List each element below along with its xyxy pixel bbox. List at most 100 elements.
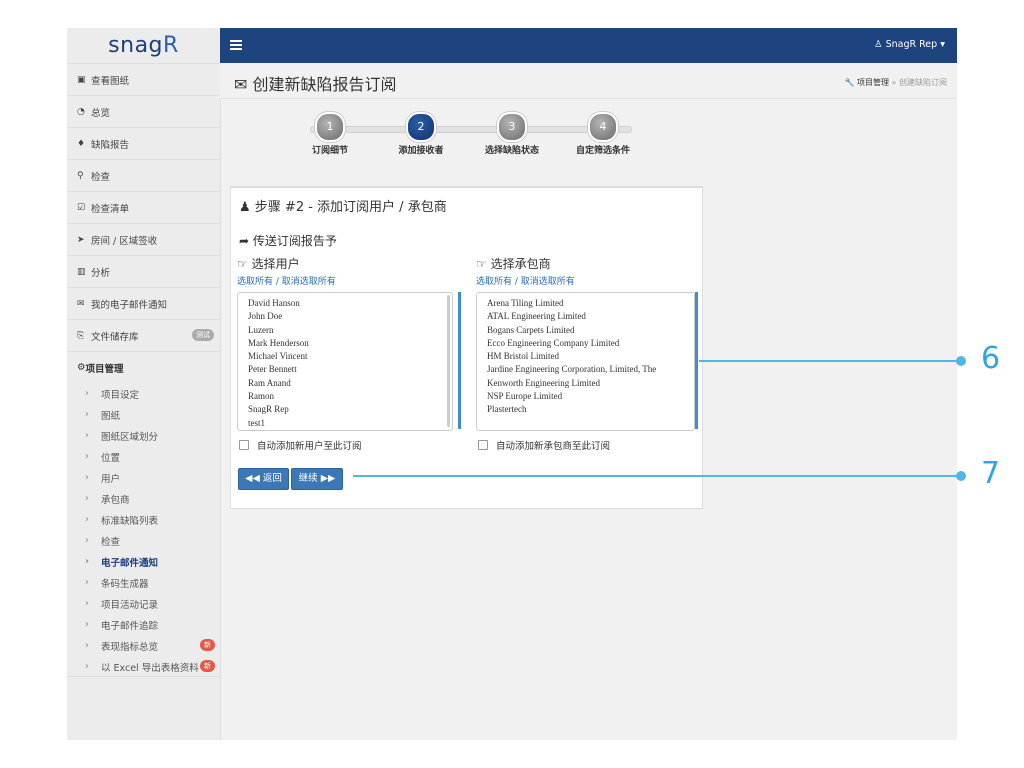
users-highlight-bar: [458, 292, 461, 429]
sidebar-item-6[interactable]: ▥ 分析: [67, 255, 220, 287]
breadcrumb-project-management[interactable]: 项目管理: [857, 78, 889, 87]
auto-add-users-row[interactable]: 自动添加新用户至此订阅: [237, 438, 457, 452]
user-option[interactable]: Ramon: [238, 390, 452, 403]
contractors-select-all-link[interactable]: 选取所有: [476, 277, 512, 287]
step-3[interactable]: 3 选择缺陷状态: [477, 112, 547, 158]
contractor-option[interactable]: Kenworth Engineering Limited: [477, 377, 694, 390]
chevron-right-icon: ›: [85, 556, 89, 567]
sidebar-subitem-8[interactable]: › 电子邮件通知: [67, 551, 220, 572]
step-1[interactable]: 1 订阅细节: [295, 112, 365, 158]
sidebar-subitem-11[interactable]: › 电子邮件追踪: [67, 614, 220, 635]
sidebar-item-7[interactable]: ✉ 我的电子邮件通知: [67, 287, 220, 319]
users-icon: ♟: [239, 200, 251, 215]
step-panel: ♟ 步骤 #2 - 添加订阅用户 / 承包商 ➦ 传送订阅报告予 ☞ 选择用户 …: [230, 186, 703, 509]
contractor-option[interactable]: ATAL Engineering Limited: [477, 310, 694, 323]
sidebar-subitem-1[interactable]: › 图纸: [67, 404, 220, 425]
sidebar-subitem-13[interactable]: › 以 Excel 导出表格资料新: [67, 656, 220, 677]
contractor-option[interactable]: Plastertech: [477, 403, 694, 416]
new-badge: 新: [200, 660, 215, 672]
top-navbar: ♙ SnagR Rep ▾: [220, 28, 957, 63]
users-listbox[interactable]: David Hanson John Doe Luzern Mark Henderson…: [237, 292, 453, 431]
chevron-right-icon: ›: [85, 661, 89, 672]
chevron-right-icon: ›: [85, 430, 89, 441]
sidebar-item-label: 房间 / 区域签收: [91, 235, 158, 247]
sidebar-item-0[interactable]: ▣ 查看图纸: [67, 63, 220, 95]
auto-add-contractors-checkbox[interactable]: [478, 440, 488, 450]
chevron-right-icon: ›: [85, 640, 89, 651]
user-option[interactable]: SnagR Rep: [238, 403, 452, 416]
caret-down-icon: ▾: [940, 39, 945, 50]
wrench-icon: 🔧: [844, 78, 855, 87]
contractor-option[interactable]: Ecco Engineering Company Limited: [477, 337, 694, 350]
contractors-column: ☞ 选择承包商 选取所有 / 取消选取所有 Arena Tiling Limit…: [476, 255, 698, 452]
user-option[interactable]: Michael Vincent: [238, 350, 452, 363]
user-option[interactable]: David Hanson: [238, 297, 452, 310]
auto-add-users-checkbox[interactable]: [239, 440, 249, 450]
step-4[interactable]: 4 自定筛选条件: [568, 112, 638, 158]
chevron-right-icon: ›: [85, 598, 89, 609]
contractors-deselect-all-link[interactable]: 取消选取所有: [521, 277, 575, 287]
sidebar-subitem-10[interactable]: › 项目活动记录: [67, 593, 220, 614]
chevron-right-icon: ›: [85, 514, 89, 525]
user-option[interactable]: test1: [238, 417, 452, 430]
hand-pointer-icon: ☞: [237, 257, 248, 271]
menu-toggle-icon[interactable]: [230, 40, 242, 52]
sidebar-subitem-3[interactable]: › 位置: [67, 446, 220, 467]
sidebar-item-4[interactable]: ☑ 检查清单: [67, 191, 220, 223]
sidebar: snagR ▣ 查看图纸 ◔ 总览 ♦ 缺陷报告 ⚲ 检查 ☑ 检查清单 ➤ 房间 / 区域签收 ▥ 分析…: [67, 28, 221, 740]
sidebar-item-3[interactable]: ⚲ 检查: [67, 159, 220, 191]
sidebar-subitem-6[interactable]: › 标准缺陷列表: [67, 509, 220, 530]
sidebar-subitem-9[interactable]: › 条码生成器: [67, 572, 220, 593]
contractor-option[interactable]: NSP Europe Limited: [477, 390, 694, 403]
envelope-icon: ✉: [77, 298, 85, 309]
panel-title: ♟ 步骤 #2 - 添加订阅用户 / 承包商: [239, 200, 447, 215]
continue-button[interactable]: 继续 ▶▶: [291, 468, 343, 490]
sidebar-subitem-label: 图纸: [101, 410, 121, 422]
sidebar-subitem-12[interactable]: › 表现指标总览 新: [67, 635, 220, 656]
contractor-option[interactable]: Bogans Carpets Limited: [477, 324, 694, 337]
back-button[interactable]: ◀◀ 返回: [238, 468, 289, 490]
user-menu[interactable]: ♙ SnagR Rep ▾: [874, 39, 945, 50]
breadcrumb-current: 创建缺陷订阅: [899, 78, 947, 87]
users-select-all-link[interactable]: 选取所有: [237, 277, 273, 287]
sidebar-item-label: 我的电子邮件通知: [91, 299, 168, 311]
user-option[interactable]: Mark Henderson: [238, 337, 452, 350]
annotation-6-line: [699, 360, 961, 362]
checklist-icon: ☑: [77, 202, 86, 213]
contractors-highlight-bar: [695, 292, 698, 429]
breadcrumb: 🔧 项目管理 » 创建缺陷订阅: [844, 78, 947, 87]
users-deselect-all-link[interactable]: 取消选取所有: [282, 277, 336, 287]
sidebar-subitem-label: 条码生成器: [101, 578, 149, 590]
image-icon: ▣: [77, 74, 86, 85]
sidebar-item-5[interactable]: ➤ 房间 / 区域签收: [67, 223, 220, 255]
contractors-listbox[interactable]: Arena Tiling Limited ATAL Engineering Lim…: [476, 292, 695, 431]
step-2[interactable]: 2 添加接收者: [386, 112, 456, 158]
contractor-option[interactable]: HM Bristol Limited: [477, 350, 694, 363]
sidebar-subitem-4[interactable]: › 用户: [67, 467, 220, 488]
chevron-right-icon: ›: [85, 472, 89, 483]
sidebar-subitem-0[interactable]: › 项目设定: [67, 383, 220, 404]
contractor-option[interactable]: Arena Tiling Limited: [477, 297, 694, 310]
sidebar-subitem-7[interactable]: › 检查: [67, 530, 220, 551]
sidebar-item-label: 检查清单: [91, 203, 130, 215]
user-icon: ♙: [874, 39, 883, 50]
sidebar-subitem-2[interactable]: › 图纸区域划分: [67, 425, 220, 446]
envelope-icon: ✉: [234, 75, 248, 94]
sidebar-subitem-label: 标准缺陷列表: [101, 515, 159, 527]
beta-badge: 测试: [192, 329, 214, 341]
sidebar-item-8[interactable]: ⎘ 文件储存库 测试: [67, 319, 220, 351]
snagr-logo[interactable]: snagR: [67, 28, 220, 63]
sidebar-subitem-5[interactable]: › 承包商: [67, 488, 220, 509]
contractor-option[interactable]: Jardine Engineering Corporation, Limited…: [477, 363, 694, 376]
user-option[interactable]: John Doe: [238, 310, 452, 323]
user-option[interactable]: Ram Anand: [238, 377, 452, 390]
auto-add-contractors-row[interactable]: 自动添加新承包商至此订阅: [476, 438, 696, 452]
sidebar-item-2[interactable]: ♦ 缺陷报告: [67, 127, 220, 159]
sidebar-item-1[interactable]: ◔ 总览: [67, 95, 220, 127]
users-column: ☞ 选择用户 选取所有 / 取消选取所有 David Hanson John Do…: [237, 255, 461, 452]
user-option[interactable]: Luzern: [238, 324, 452, 337]
sidebar-item-project-management[interactable]: ⚙ 项目管理: [67, 351, 220, 383]
users-scrollbar[interactable]: [447, 295, 450, 427]
annotation-7-line: [353, 475, 961, 477]
user-option[interactable]: Peter Bennett: [238, 363, 452, 376]
